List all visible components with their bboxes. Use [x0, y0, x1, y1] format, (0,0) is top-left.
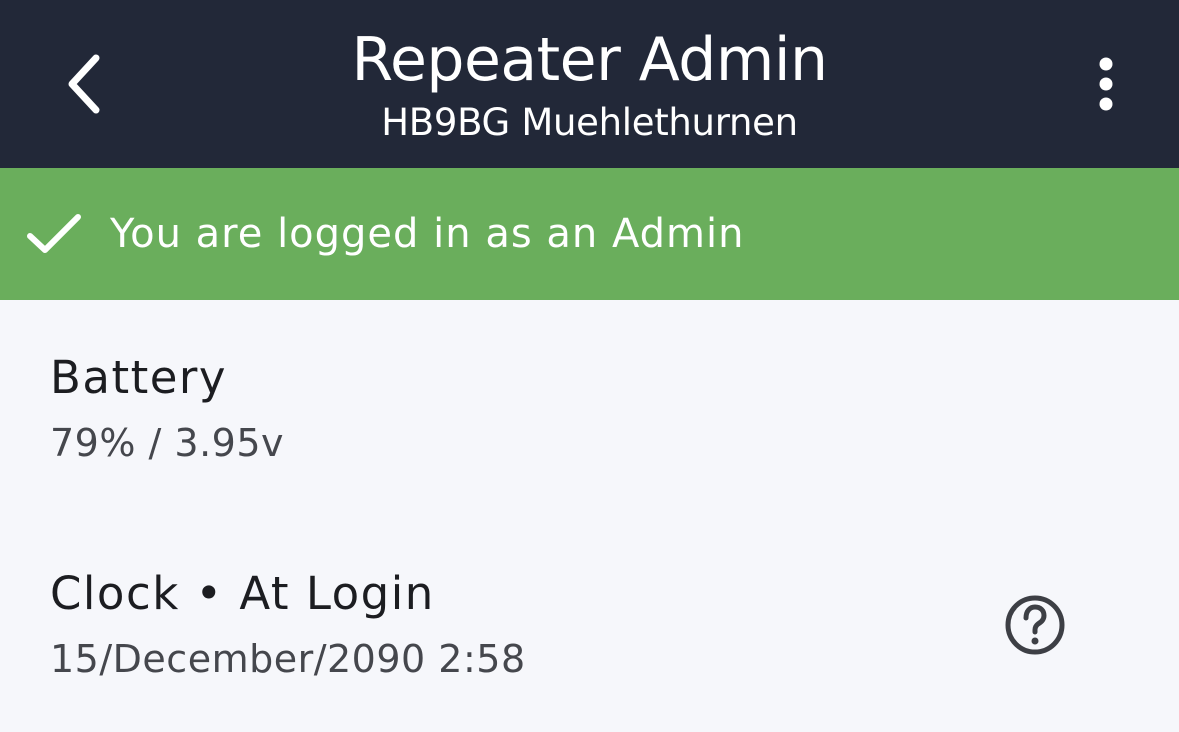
battery-value: 79% / 3.95v	[50, 421, 285, 465]
clock-help-button[interactable]	[1000, 590, 1070, 660]
page-title: Repeater Admin	[351, 25, 828, 95]
clock-value: 15/December/2090 2:58	[50, 637, 526, 681]
clock-label: Clock • At Login	[50, 567, 435, 620]
page-subtitle: HB9BG Muehlethurnen	[381, 101, 798, 144]
check-icon	[27, 214, 81, 253]
title-block: Repeater Admin HB9BG Muehlethurnen	[200, 22, 979, 148]
banner-text: You are logged in as an Admin	[110, 211, 745, 257]
chevron-left-icon	[68, 54, 100, 114]
battery-label: Battery	[50, 351, 228, 404]
help-circle-icon	[1005, 595, 1065, 655]
list-item-battery: Battery 79% / 3.95v	[0, 300, 1179, 516]
admin-status-banner: You are logged in as an Admin	[0, 168, 1179, 300]
back-button[interactable]	[52, 40, 116, 128]
more-options-button[interactable]	[1076, 44, 1136, 124]
app-bar: Repeater Admin HB9BG Muehlethurnen	[0, 0, 1179, 168]
more-vertical-icon	[1099, 57, 1113, 111]
